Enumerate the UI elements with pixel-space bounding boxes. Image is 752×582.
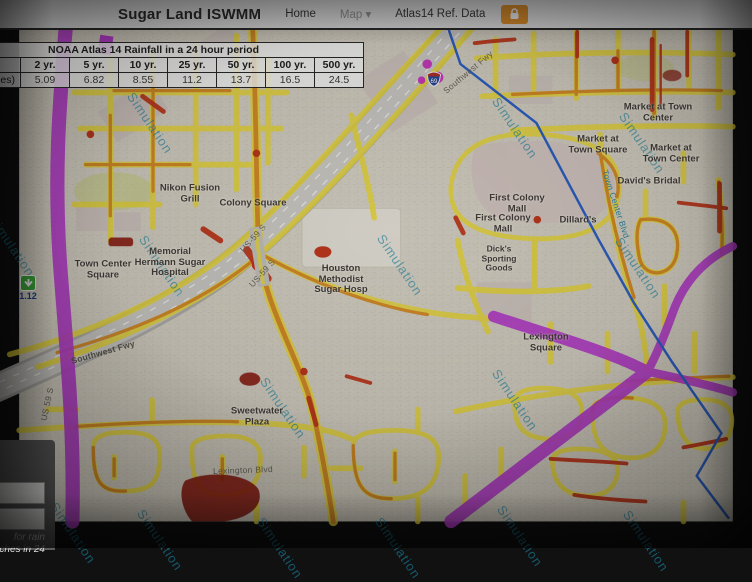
lock-icon <box>509 8 520 20</box>
chevron-down-icon: ▾ <box>365 9 371 21</box>
nav-atlas14-ref-data[interactable]: Atlas14 Ref. Data <box>395 8 485 20</box>
map-label-town-center-square: Town CenterSquare <box>75 259 132 280</box>
nav-home[interactable]: Home <box>285 8 316 20</box>
rainfall-value-input[interactable] <box>0 482 45 504</box>
panel-caption-line1: for rain <box>14 532 45 543</box>
lock-button[interactable] <box>501 5 528 24</box>
map-canvas[interactable]: 69 Simulation Simulation Simulation Simu… <box>0 28 752 548</box>
road-label-lexington-blvd: Lexington Blvd <box>213 464 273 476</box>
map-label-market-at-town-center: Market atTown Center <box>643 143 700 164</box>
svg-text:69: 69 <box>430 78 437 85</box>
app-header: Sugar Land ISWMM Home Map ▾ Atlas14 Ref.… <box>0 0 752 30</box>
row-label-inches: (inches) <box>0 73 21 88</box>
nav-map-label: Map <box>340 9 362 21</box>
atlas14-rainfall-table: NOAA Atlas 14 Rainfall in a 24 hour peri… <box>0 42 364 88</box>
map-label-lexington-square: LexingtonSquare <box>523 332 568 353</box>
map-label-nikon-fusion-grill: Nikon FusionGrill <box>160 183 220 204</box>
app-title: Sugar Land ISWMM <box>118 6 261 23</box>
map-label-houston-methodist: HoustonMethodistSugar Hosp <box>314 264 367 296</box>
atlas14-table-title: NOAA Atlas 14 Rainfall in a 24 hour peri… <box>0 43 364 58</box>
map-label-colony-square: Colony Square <box>219 199 286 210</box>
main-nav: Home Map ▾ Atlas14 Ref. Data <box>285 7 485 21</box>
map-label-davids-bridal: David's Bridal <box>618 177 681 188</box>
arrow-down-icon <box>24 279 33 288</box>
map-label-market-at-town-square: Market atTown Square <box>569 134 628 155</box>
map-label-memorial-hermann: MemorialHermann SugarHospital <box>135 247 206 279</box>
map-label-dicks-sporting: Dick'sSportingGoods <box>482 245 517 274</box>
map-label-first-colony-mall-2: First ColonyMall <box>475 213 530 234</box>
map-label-dillards: Dillard's <box>559 216 596 227</box>
rainfall-marker[interactable] <box>20 275 36 291</box>
rainfall-query-panel: for rain ches in 24 <box>0 440 55 550</box>
atlas14-table-header-row: 2 yr.5 yr. 10 yr.25 yr. 50 yr.100 yr. 50… <box>0 58 364 73</box>
panel-caption-line2: ches in 24 <box>0 544 45 555</box>
rainfall-duration-input[interactable] <box>0 508 45 530</box>
marker-value: 1.12 <box>19 291 37 301</box>
atlas14-table-value-row: (inches) 5.096.82 8.5511.2 13.716.5 24.5 <box>0 73 364 88</box>
map-label-market-center: Market at TownCenter <box>624 102 692 123</box>
map-label-sweetwater-plaza: SweetwaterPlaza <box>231 406 283 427</box>
nav-map-dropdown[interactable]: Map ▾ <box>340 7 371 21</box>
